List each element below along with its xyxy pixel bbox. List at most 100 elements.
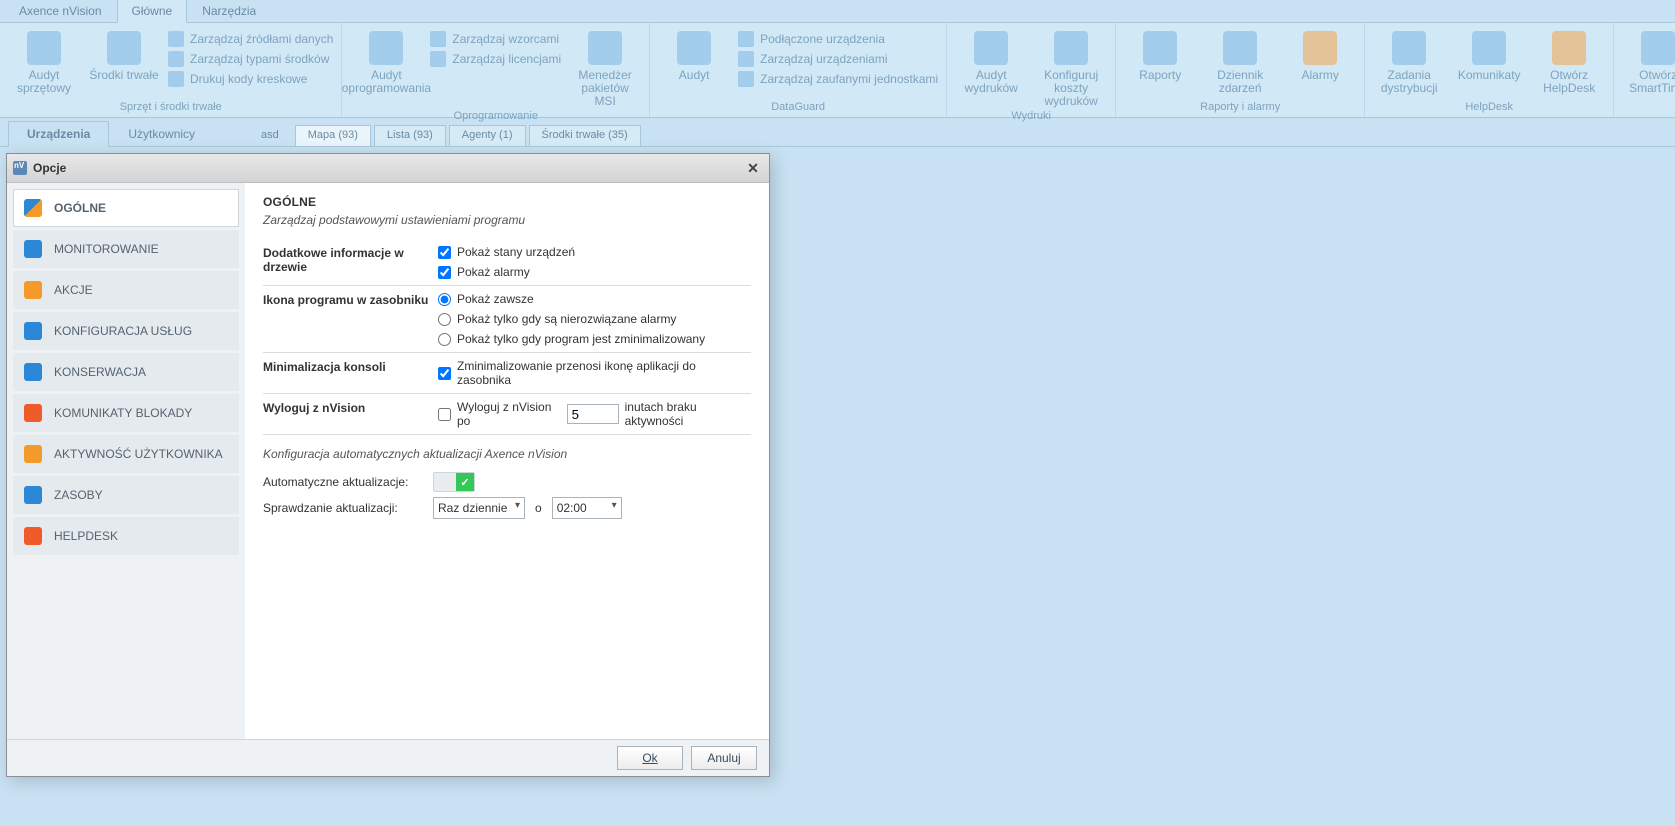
app-title: Axence nVision xyxy=(4,0,117,23)
ok-button[interactable]: Ok xyxy=(617,746,683,770)
sidebar-item-general[interactable]: OGÓLNE xyxy=(13,189,239,227)
cancel-button[interactable]: Anuluj xyxy=(691,746,757,770)
shield-icon xyxy=(738,71,754,87)
sidebar-item-activity[interactable]: AKTYWNOŚĆ UŻYTKOWNIKA xyxy=(13,435,239,473)
sidebar-item-label: KONSERWACJA xyxy=(54,365,146,379)
disc-icon xyxy=(369,31,403,65)
list-icon xyxy=(738,51,754,67)
sidebar-item-label: ZASOBY xyxy=(54,488,103,502)
ribbon-group-prints: Audyt wydruków Konfiguruj koszty wydrukó… xyxy=(947,23,1116,117)
sidebar-item-monitoring[interactable]: MONITOROWANIE xyxy=(13,230,239,268)
db-icon xyxy=(168,31,184,47)
chk-show-states[interactable]: Pokaż stany urządzeń xyxy=(438,245,751,259)
share-icon xyxy=(1392,31,1426,65)
auto-updates-label: Automatyczne aktualizacje: xyxy=(263,475,423,489)
row-label-minimize: Minimalizacja konsoli xyxy=(263,359,438,374)
update-freq-select[interactable]: Raz dziennie xyxy=(433,497,525,519)
ribbon-group-reports: Raporty Dziennik zdarzeń Alarmy Raporty … xyxy=(1116,23,1365,117)
ribbon-reports[interactable]: Raporty xyxy=(1120,27,1200,84)
ribbon-print-barcodes[interactable]: Drukuj kody kreskowe xyxy=(168,69,333,89)
ribbon-audit-sw[interactable]: Audyt oprogramowania xyxy=(346,27,426,97)
subtab-map[interactable]: Mapa (93) xyxy=(295,125,371,147)
subtab-list[interactable]: Lista (93) xyxy=(374,125,446,147)
app-icon xyxy=(13,161,27,175)
sidebar-item-actions[interactable]: AKCJE xyxy=(13,271,239,309)
ribbon-caption: HelpDesk xyxy=(1369,101,1609,115)
check-icon: ✓ xyxy=(456,473,474,491)
sidebar-item-services[interactable]: KONFIGURACJA USŁUG xyxy=(13,312,239,350)
ribbon-print-audit[interactable]: Audyt wydruków xyxy=(951,27,1031,97)
sidebar-item-lockmsg[interactable]: KOMUNIKATY BLOKADY xyxy=(13,394,239,432)
update-time-select[interactable]: 02:00 xyxy=(552,497,622,519)
tag-icon xyxy=(168,51,184,67)
chk-show-alarms[interactable]: Pokaż alarmy xyxy=(438,265,751,279)
ribbon-manage-licenses[interactable]: Zarządzaj licencjami xyxy=(430,49,561,69)
dialog-footer: Ok Anuluj xyxy=(7,739,769,776)
sidebar-item-maintenance[interactable]: KONSERWACJA xyxy=(13,353,239,391)
search-icon xyxy=(677,31,711,65)
view-tab-devices[interactable]: Urządzenia xyxy=(8,121,109,147)
chk-minimize-tray[interactable]: Zminimalizowanie przenosi ikonę aplikacj… xyxy=(438,359,751,387)
menu-tab-main[interactable]: Główne xyxy=(117,0,188,23)
subtab-asd[interactable]: asd xyxy=(248,125,292,147)
bolt-icon xyxy=(24,281,42,299)
options-sidebar: OGÓLNE MONITOROWANIE AKCJE KONFIGURACJA … xyxy=(7,183,245,739)
view-tab-users[interactable]: Użytkownicy xyxy=(109,121,214,147)
clipboard-icon xyxy=(27,31,61,65)
ribbon-manage-types[interactable]: Zarządzaj typami środków xyxy=(168,49,333,69)
ribbon-msi[interactable]: Menedżer pakietów MSI xyxy=(565,27,645,110)
sidebar-item-label: KONFIGURACJA USŁUG xyxy=(54,324,192,338)
ribbon-group-dataguard: Audyt Podłączone urządzenia Zarządzaj ur… xyxy=(650,23,947,117)
ribbon-caption xyxy=(1618,101,1675,115)
ribbon-manage-patterns[interactable]: Zarządzaj wzorcami xyxy=(430,29,561,49)
content-heading: OGÓLNE xyxy=(263,195,751,209)
ribbon-manage-dev[interactable]: Zarządzaj urządzeniami xyxy=(738,49,938,69)
sidebar-item-label: HELPDESK xyxy=(54,529,118,543)
chk-logout[interactable]: Wyloguj z nVision po xyxy=(438,400,561,428)
ribbon-messages[interactable]: Komunikaty xyxy=(1449,27,1529,84)
ribbon-trusted-units[interactable]: Zarządzaj zaufanymi jednostkami xyxy=(738,69,938,89)
ribbon-caption: Sprzęt i środki trwałe xyxy=(4,101,337,115)
ribbon-open-helpdesk[interactable]: Otwórz HelpDesk xyxy=(1529,27,1609,97)
printer-icon xyxy=(974,31,1008,65)
auto-updates-switch[interactable]: ✓ xyxy=(433,472,475,492)
rad-always[interactable]: Pokaż zawsze xyxy=(438,292,751,306)
sidebar-item-label: MONITOROWANIE xyxy=(54,242,159,256)
ribbon-dg-audit[interactable]: Audyt xyxy=(654,27,734,84)
subtab-assets[interactable]: Środki trwałe (35) xyxy=(529,125,641,147)
ribbon-assets[interactable]: Środki trwałe xyxy=(84,27,164,84)
ribbon-caption: DataGuard xyxy=(654,101,942,115)
ribbon-group-misc: Otwórz SmartTime Opcje xyxy=(1614,23,1675,117)
chat-icon xyxy=(1472,31,1506,65)
printer-gear-icon xyxy=(1054,31,1088,65)
ribbon-print-costs[interactable]: Konfiguruj koszty wydruków xyxy=(1031,27,1111,110)
box-icon xyxy=(107,31,141,65)
pie-icon xyxy=(24,199,42,217)
rad-min-only[interactable]: Pokaż tylko gdy program jest zminimalizo… xyxy=(438,332,751,346)
rad-alarms-only[interactable]: Pokaż tylko gdy są nierozwiązane alarmy xyxy=(438,312,751,326)
ribbon-manage-datasources[interactable]: Zarządzaj źródłami danych xyxy=(168,29,333,49)
lifebuoy-icon xyxy=(24,527,42,545)
time-sep: o xyxy=(535,501,542,515)
row-label-tree: Dodatkowe informacje w drzewie xyxy=(263,245,438,274)
sub-tabs: asd Mapa (93) Lista (93) Agenty (1) Środ… xyxy=(248,125,641,147)
sidebar-item-label: AKCJE xyxy=(54,283,93,297)
close-icon[interactable]: ✕ xyxy=(743,159,763,177)
dialog-titlebar: Opcje ✕ xyxy=(7,154,769,183)
ribbon-connected-dev[interactable]: Podłączone urządzenia xyxy=(738,29,938,49)
ribbon-audit-hw[interactable]: Audyt sprzętowy xyxy=(4,27,84,97)
ribbon-smarttime[interactable]: Otwórz SmartTime xyxy=(1618,27,1675,97)
ribbon-eventlog[interactable]: Dziennik zdarzeń xyxy=(1200,27,1280,97)
ribbon-distribution[interactable]: Zadania dystrybucji xyxy=(1369,27,1449,97)
card-icon xyxy=(24,486,42,504)
menubar: Axence nVision Główne Narzędzia xyxy=(0,0,1675,23)
ribbon-alarms[interactable]: Alarmy xyxy=(1280,27,1360,84)
options-dialog: Opcje ✕ OGÓLNE MONITOROWANIE AKCJE KONFI… xyxy=(6,153,770,777)
menu-tab-tools[interactable]: Narzędzia xyxy=(187,0,271,23)
subtab-agents[interactable]: Agenty (1) xyxy=(449,125,526,147)
logout-minutes-input[interactable] xyxy=(567,404,619,424)
sidebar-item-helpdesk[interactable]: HELPDESK xyxy=(13,517,239,555)
sidebar-item-resources[interactable]: ZASOBY xyxy=(13,476,239,514)
ribbon-group-software: Audyt oprogramowania Zarządzaj wzorcami … xyxy=(342,23,650,117)
bell-icon xyxy=(1303,31,1337,65)
